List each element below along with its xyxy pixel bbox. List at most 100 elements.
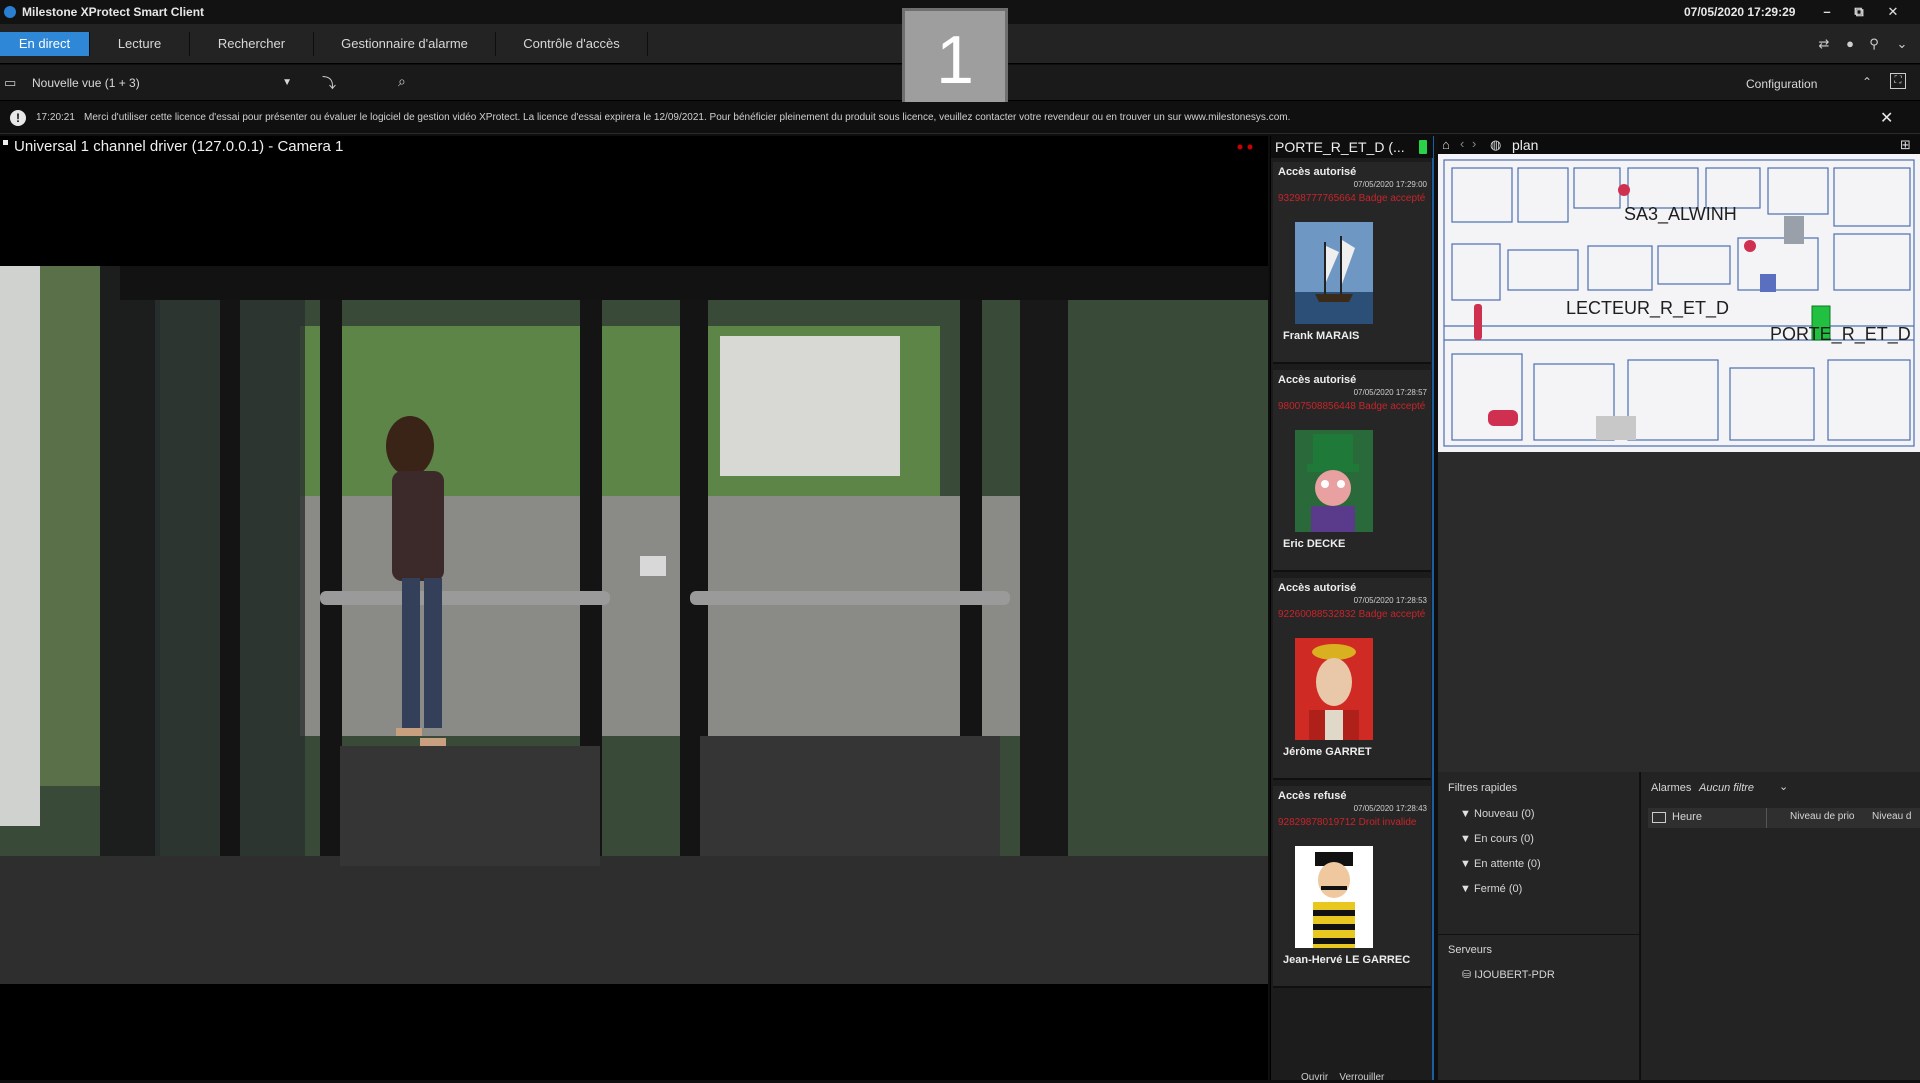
dropdown-arrow-icon: ▼ (282, 77, 292, 88)
status-icon[interactable]: ⚲ (1866, 36, 1882, 52)
access-event-card[interactable]: Accès autorisé 07/05/2020 17:28:53 92260… (1273, 578, 1431, 780)
event-code: 92260088532832 Badge accepté (1278, 609, 1426, 620)
door-status-icon (1419, 140, 1427, 154)
emperor-photo-icon (1295, 638, 1373, 740)
alarm-table-header: Heure Niveau de prio Niveau d (1648, 808, 1920, 828)
event-status: Accès autorisé (1278, 582, 1357, 594)
camera-video-frame (0, 266, 1268, 984)
tab-playback[interactable]: Lecture (90, 32, 190, 56)
column-divider (1766, 808, 1767, 828)
collapse-up-icon[interactable]: ⌃ (1862, 75, 1872, 89)
map-title: plan (1512, 137, 1539, 153)
filter-on-hold[interactable]: ▼ En attente (0) (1460, 858, 1541, 870)
tab-live[interactable]: En direct (0, 32, 90, 56)
event-status: Accès autorisé (1278, 166, 1357, 178)
event-code: 92829878019712 Droit invalide (1278, 817, 1417, 828)
dalton-photo-icon (1295, 846, 1373, 948)
view-selector-value: Nouvelle vue (1 + 3) (32, 76, 140, 90)
map-header: ⌂ ‹ › ◍ ⊞ (1438, 136, 1920, 154)
filter-icon: ▼ (1460, 883, 1471, 895)
ship-photo-icon (1295, 222, 1373, 324)
back-icon[interactable]: ‹ (1460, 136, 1464, 151)
column-time[interactable]: Heure (1672, 811, 1702, 823)
servers-heading: Serveurs (1448, 944, 1493, 956)
empty-view-pane (1438, 452, 1920, 772)
access-event-card[interactable]: Accès refusé 07/05/2020 17:28:43 9282987… (1273, 786, 1431, 988)
license-notice-bar: ! 17:20:21 Merci d'utiliser cette licenc… (0, 102, 1920, 134)
configuration-button[interactable]: Configuration (1746, 77, 1817, 91)
event-time: 07/05/2020 17:29:00 (1353, 180, 1427, 189)
event-code: 98007508856448 Badge accepté (1278, 401, 1426, 412)
map-label-door[interactable]: PORTE_R_ET_D (1770, 324, 1911, 345)
recording-indicator-icon (1237, 144, 1253, 150)
cardholder-name: Frank MARAIS (1283, 330, 1360, 342)
camera-feed[interactable] (0, 156, 1268, 1080)
filter-in-progress[interactable]: ▼ En cours (0) (1460, 833, 1534, 845)
event-time: 07/05/2020 17:28:53 (1353, 596, 1427, 605)
map-label-camera[interactable]: SA3_ALWINH (1624, 204, 1737, 225)
open-door-button[interactable]: Ouvrir (1301, 1072, 1328, 1083)
network-icon[interactable]: ⇄ (1816, 36, 1832, 52)
server-icon: ⛁ (1462, 969, 1475, 981)
filter-closed[interactable]: ▼ Fermé (0) (1460, 883, 1522, 895)
camera-indicator-icon (3, 140, 8, 145)
view-panel-toggle-icon[interactable]: ▭ (4, 75, 20, 91)
column-level[interactable]: Niveau d (1872, 811, 1911, 822)
access-event-card[interactable]: Accès autorisé 07/05/2020 17:28:57 98007… (1273, 370, 1431, 572)
forward-icon[interactable]: › (1472, 136, 1476, 151)
notice-text: Merci d'utiliser cette licence d'essai p… (84, 112, 1291, 123)
alarm-filter-select[interactable]: Aucun filtre (1699, 782, 1754, 794)
screen-number-overlay: 1 (902, 8, 1008, 116)
minimize-button[interactable]: – (1814, 2, 1840, 22)
filter-icon: ▼ (1460, 833, 1471, 845)
filter-new[interactable]: ▼ Nouveau (0) (1460, 808, 1535, 820)
filter-icon: ▼ (1460, 858, 1471, 870)
map-tools-icon[interactable]: ⊞ (1900, 137, 1911, 153)
column-priority[interactable]: Niveau de prio (1790, 811, 1854, 822)
app-title: Milestone XProtect Smart Client (22, 5, 205, 19)
help-icon[interactable]: ● (1842, 36, 1858, 52)
alarms-heading: Alarmes (1651, 782, 1692, 794)
clock: 07/05/2020 17:29:29 (1684, 5, 1796, 19)
lock-door-button[interactable]: Verrouiller (1339, 1072, 1384, 1083)
notice-time: 17:20:21 (36, 112, 75, 123)
close-button[interactable]: ✕ (1880, 2, 1906, 22)
access-event-panel: PORTE_R_ET_D (... Accès autorisé 07/05/2… (1270, 136, 1434, 1083)
quick-filters-panel: Filtres rapides ▼ Nouveau (0) ▼ En cours (… (1438, 772, 1640, 1080)
server-item[interactable]: ⛁ IJOUBERT-PDR (1462, 968, 1555, 981)
notice-close-icon[interactable]: ✕ (1880, 108, 1893, 128)
chevron-down-icon[interactable]: ⌄ (1894, 36, 1910, 52)
info-icon: ! (10, 110, 26, 126)
tab-search[interactable]: Rechercher (190, 32, 314, 56)
cardholder-name: Eric DECKE (1283, 538, 1346, 550)
pin-icon[interactable]: ⤵ (322, 73, 336, 93)
event-status: Accès refusé (1278, 790, 1347, 802)
access-footer: Ouvrir Verrouiller (1301, 1072, 1384, 1083)
view-selector[interactable]: Nouvelle vue (1 + 3) ▼ (28, 73, 298, 93)
milestone-logo-icon (4, 6, 16, 18)
search-view-icon[interactable]: ⌕ (398, 73, 406, 90)
camera-header: Universal 1 channel driver (127.0.0.1) -… (0, 136, 1268, 156)
cardholder-name: Jérôme GARRET (1283, 746, 1372, 758)
quick-filters-heading: Filtres rapides (1448, 782, 1518, 794)
access-event-card[interactable]: Accès autorisé 07/05/2020 17:29:00 93298… (1273, 162, 1431, 364)
filter-icon: ▼ (1460, 808, 1471, 820)
tab-access-control[interactable]: Contrôle d'accès (496, 32, 648, 56)
divider (1438, 934, 1640, 935)
camera-title: Universal 1 channel driver (127.0.0.1) -… (14, 138, 344, 155)
restore-button[interactable]: ⧉ (1846, 2, 1872, 22)
cardholder-name: Jean-Hervé LE GARREC (1283, 954, 1411, 966)
chevron-down-icon[interactable]: ⌄ (1779, 780, 1788, 793)
tab-alarm-manager[interactable]: Gestionnaire d'alarme (314, 32, 496, 56)
event-status: Accès autorisé (1278, 374, 1357, 386)
fullscreen-icon[interactable]: ⛶ (1890, 73, 1906, 89)
map-label-reader[interactable]: LECTEUR_R_ET_D (1566, 298, 1729, 319)
globe-icon: ◍ (1490, 137, 1502, 152)
event-time: 07/05/2020 17:28:57 (1353, 388, 1427, 397)
hatter-photo-icon (1295, 430, 1373, 532)
floor-plan-map[interactable]: SA3_ALWINH LECTEUR_R_ET_D PORTE_R_ET_D (1438, 154, 1920, 452)
door-name: PORTE_R_ET_D (... (1271, 136, 1433, 158)
select-all-icon[interactable] (1652, 812, 1666, 823)
home-icon[interactable]: ⌂ (1442, 137, 1450, 152)
event-time: 07/05/2020 17:28:43 (1353, 804, 1427, 813)
